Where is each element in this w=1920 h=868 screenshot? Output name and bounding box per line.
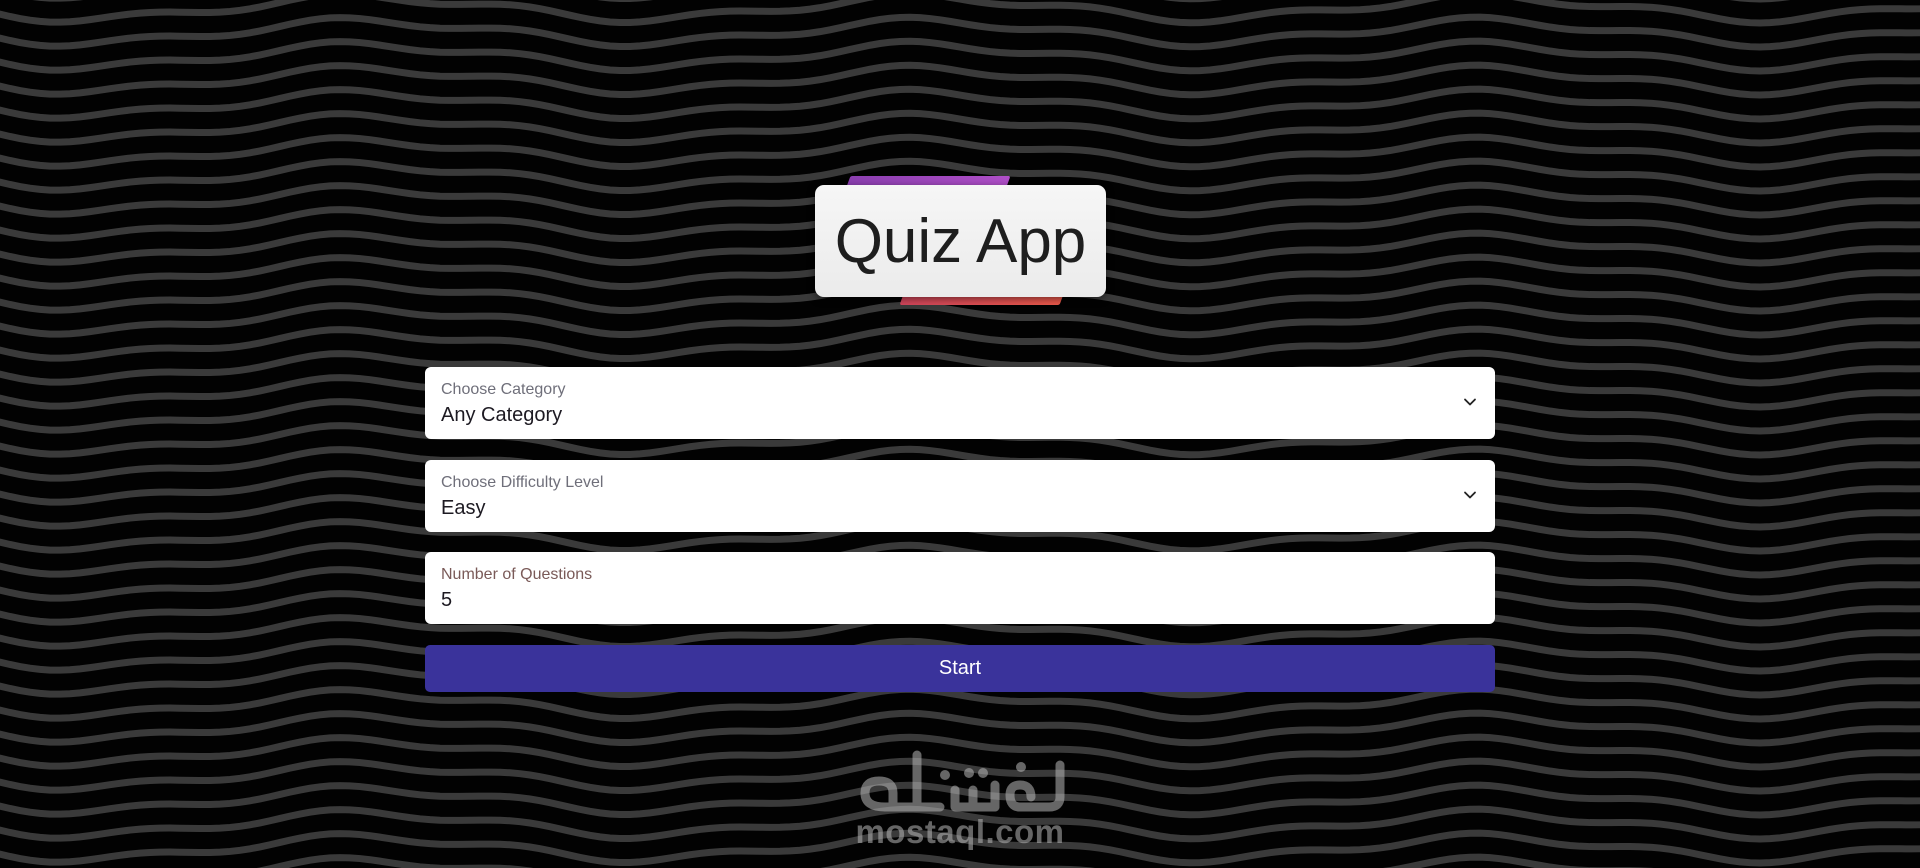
mostaql-logo <box>860 750 1065 812</box>
page: Quiz App Choose Category Any Category Ch… <box>0 0 1920 868</box>
main-content: Quiz App Choose Category Any Category Ch… <box>0 0 1920 868</box>
difficulty-value: Easy <box>441 497 486 519</box>
difficulty-label: Choose Difficulty Level <box>441 474 604 491</box>
category-value: Any Category <box>441 404 563 426</box>
start-button[interactable]: Start <box>425 645 1495 692</box>
questions-count-field[interactable]: Number of Questions 5 <box>425 552 1495 624</box>
title-card: Quiz App <box>815 185 1106 297</box>
difficulty-select[interactable]: Choose Difficulty Level Easy <box>425 460 1495 532</box>
watermark-text: mostaql.com <box>855 813 1065 850</box>
questions-label: Number of Questions <box>441 566 593 583</box>
app-title-banner: Quiz App <box>815 176 1106 305</box>
category-select[interactable]: Choose Category Any Category <box>425 367 1495 439</box>
app-title: Quiz App <box>834 206 1087 276</box>
category-label: Choose Category <box>441 381 566 398</box>
questions-input[interactable]: 5 <box>441 589 452 612</box>
chevron-down-icon <box>1464 491 1476 499</box>
mostaql-watermark: mostaql.com <box>845 745 1075 850</box>
chevron-down-icon <box>1464 398 1476 406</box>
